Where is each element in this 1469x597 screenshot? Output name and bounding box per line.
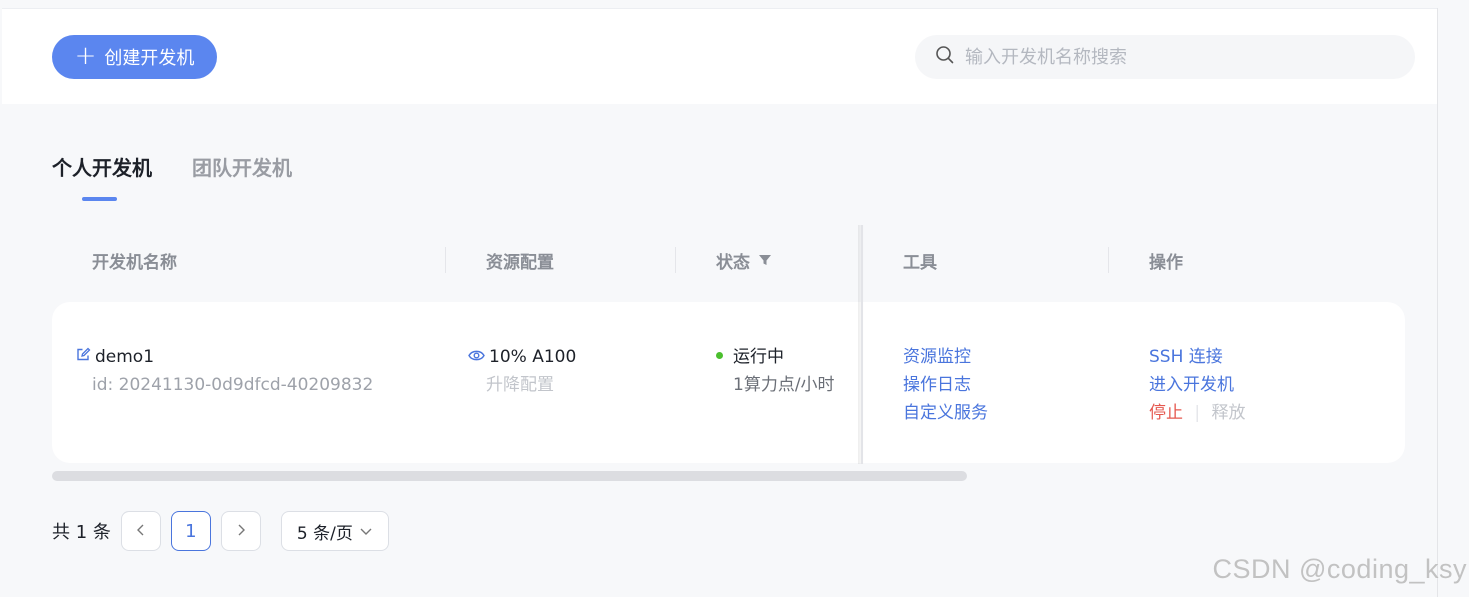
resource-spec: 10% A100	[489, 347, 577, 367]
column-divider	[675, 247, 676, 273]
column-header-name: 开发机名称	[92, 252, 177, 273]
pagination: 共 1 条 1 5 条/页	[52, 511, 389, 551]
total-count: 共 1 条	[52, 522, 111, 543]
status-dot	[716, 351, 723, 359]
tool-custom-service-link[interactable]: 自定义服务	[903, 399, 988, 427]
tab-personal[interactable]: 个人开发机	[52, 152, 152, 201]
plus-icon: +	[74, 40, 97, 71]
top-toolbar: + 创建开发机	[2, 8, 1437, 104]
filter-icon[interactable]	[758, 253, 772, 267]
machine-id: id: 20241130-0d9dfcd-40209832	[92, 375, 374, 395]
table-row: demo1 id: 20241130-0d9dfcd-40209832 10% …	[52, 302, 1405, 463]
tab-team[interactable]: 团队开发机	[192, 152, 292, 201]
resource-cell: 10% A100 升降配置	[468, 343, 576, 399]
column-header-resource: 资源配置	[486, 252, 554, 273]
fixed-column-border	[861, 225, 863, 464]
panel-border	[1437, 8, 1438, 597]
status-cell: 运行中 1算力点/小时	[716, 343, 835, 399]
chevron-left-icon	[136, 521, 146, 542]
column-divider	[445, 247, 446, 273]
column-header-actions: 操作	[1149, 252, 1183, 273]
status-cost: 1算力点/小时	[733, 375, 835, 395]
column-divider	[1108, 247, 1109, 273]
column-header-tools: 工具	[903, 252, 937, 273]
eye-icon[interactable]	[468, 343, 485, 371]
tool-operation-log-link[interactable]: 操作日志	[903, 371, 988, 399]
page-size-select[interactable]: 5 条/页	[280, 511, 389, 551]
resize-config-link[interactable]: 升降配置	[486, 375, 554, 395]
release-link[interactable]: 释放	[1212, 403, 1246, 423]
search-icon	[935, 45, 955, 69]
tool-resource-monitor-link[interactable]: 资源监控	[903, 343, 988, 371]
action-divider: |	[1194, 403, 1201, 423]
column-header-status-label: 状态	[716, 252, 750, 273]
edit-icon[interactable]	[76, 343, 91, 371]
table-header: 开发机名称 资源配置 状态 工具 操作	[52, 225, 1405, 295]
status-text: 运行中	[733, 347, 784, 367]
search-box[interactable]	[915, 35, 1415, 79]
column-header-status: 状态	[716, 225, 772, 295]
stop-link[interactable]: 停止	[1149, 403, 1183, 423]
chevron-down-icon	[359, 521, 373, 541]
machine-name: demo1	[95, 347, 155, 367]
actions-cell: SSH 连接 进入开发机 停止 | 释放	[1149, 343, 1246, 427]
next-page-button[interactable]	[220, 511, 261, 551]
page-button-current[interactable]: 1	[170, 511, 211, 551]
chevron-right-icon	[236, 521, 246, 542]
ssh-connect-link[interactable]: SSH 连接	[1149, 343, 1246, 371]
enter-machine-link[interactable]: 进入开发机	[1149, 371, 1246, 399]
tools-cell: 资源监控 操作日志 自定义服务	[903, 343, 988, 427]
tab-bar: 个人开发机 团队开发机	[52, 152, 292, 201]
create-button-label: 创建开发机	[104, 48, 195, 69]
page-size-value: 5 条/页	[296, 523, 353, 544]
horizontal-scrollbar[interactable]	[52, 471, 967, 481]
watermark: CSDN @coding_ksy	[1212, 554, 1467, 584]
create-dev-machine-button[interactable]: + 创建开发机	[52, 35, 217, 79]
prev-page-button[interactable]	[120, 511, 161, 551]
search-input[interactable]	[965, 46, 1385, 68]
machine-name-cell: demo1 id: 20241130-0d9dfcd-40209832	[76, 343, 373, 399]
